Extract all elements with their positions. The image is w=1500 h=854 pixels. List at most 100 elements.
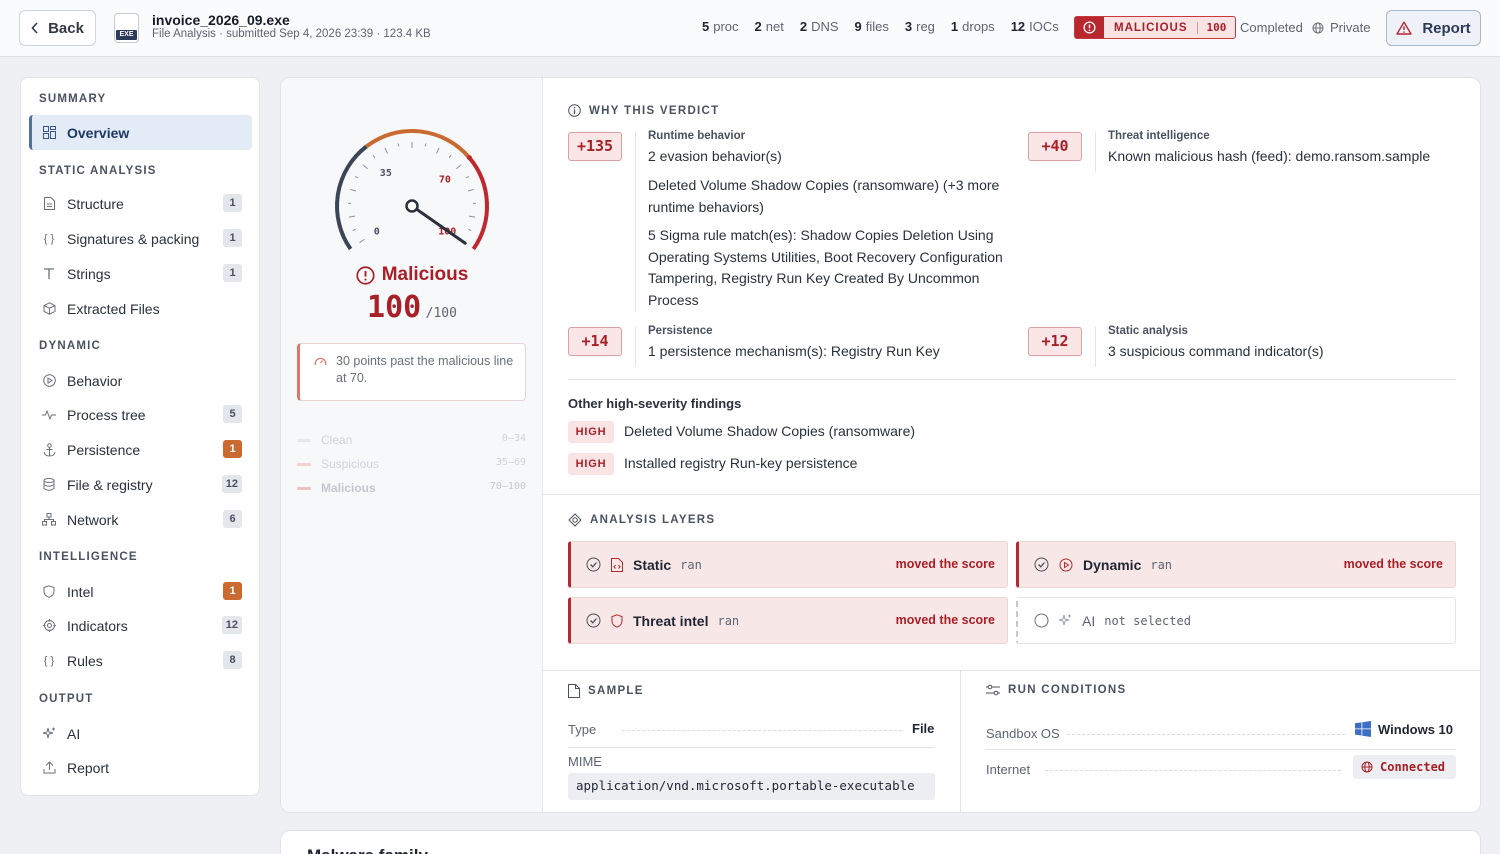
gauge-tick [355,176,359,179]
chevron-left-icon [31,22,38,34]
delta-static: +12 [1028,327,1082,356]
sidebar-item-strings[interactable]: Strings 1 [29,256,252,291]
layer-effect: moved the score [895,557,995,571]
shield-icon [42,585,56,599]
file-name: invoice_2026_09.exe [152,12,290,28]
section-output: OUTPUT [39,693,94,705]
sidebar-item-indicators[interactable]: Indicators 12 [29,608,252,643]
back-button[interactable]: Back [19,10,96,46]
score-panel: 0 35 70 100 Malicious 100 /100 30 points pa… [281,78,543,812]
count-badge: 1 [223,194,242,212]
gauge-needle [410,204,467,245]
file-subtitle: File Analysis · submitted Sep 4, 2026 23… [152,28,431,40]
gauge-threshold-marker [466,155,472,161]
leader-dots [1045,770,1341,771]
count-badge: 1 [223,582,242,600]
anchor-icon [42,442,56,457]
type-label: Type [568,722,597,737]
band-swatch [297,463,311,466]
sidebar-item-rules[interactable]: { } Rules 8 [29,643,252,678]
gauge-tick [362,164,368,170]
detail-static: 3 suspicious command indicator(s) [1108,343,1324,359]
stat-drops[interactable]: 1 drops [951,19,995,34]
internet-label: Internet [986,762,1031,777]
sidebar-item-file-registry[interactable]: File & registry 12 [29,467,252,502]
shield-icon [611,613,623,628]
report-label: Report [1422,19,1471,37]
database-icon [42,478,56,492]
verdict-badge: MALICIOUS 100 [1074,16,1237,39]
gauge-tick [359,238,365,244]
detail-runtime-2: Deleted Volume Shadow Copies (ransomware… [648,177,1000,215]
gauge-tick [436,147,440,154]
play-circle-icon [1059,558,1073,571]
report-button[interactable]: Report [1386,10,1481,46]
stat-reg[interactable]: 3 reg [905,19,935,34]
band-swatch [297,487,311,490]
mime-label: MIME [568,754,602,769]
sidebar-item-extracted-files[interactable]: Extracted Files [29,291,252,326]
sparkle-icon [42,727,56,741]
verdict: Malicious [281,264,543,286]
play-circle-icon [42,374,56,388]
why-verdict-header: WHY THIS VERDICT [568,104,719,117]
sidebar-item-persistence[interactable]: Persistence 1 [29,432,252,467]
stat-iocs[interactable]: 12 IOCs [1011,19,1059,34]
sidebar-item-network[interactable]: Network 6 [29,502,252,537]
layer-threat-intel[interactable]: Threat intel ran moved the score [568,597,1008,644]
band-swatch [297,439,311,442]
layer-dynamic[interactable]: Dynamic ran moved the score [1016,541,1456,588]
severity-badge: HIGH [568,421,614,443]
sidebar-item-behavior[interactable]: Behavior [29,363,252,398]
overview-card: 0 35 70 100 Malicious 100 /100 30 points pa… [280,77,1481,813]
stat-net[interactable]: 2 net [755,19,784,34]
sidebar-item-process-tree[interactable]: Process tree 5 [29,397,252,432]
delta-persistence: +14 [568,327,622,356]
divider [986,749,1456,750]
activity-icon [42,408,56,422]
stat-proc[interactable]: 5 proc [702,19,739,34]
count-badge: 1 [223,264,242,282]
stats-bar: 5 proc 2 net 2 DNS 9 files 3 reg 1 drops 12 IOC… [702,19,1059,34]
divider [635,132,636,312]
stat-files[interactable]: 9 files [855,19,889,34]
count-badge: 5 [223,405,242,423]
divider [1095,327,1096,367]
os-label: Sandbox OS [986,726,1060,741]
sidebar-item-intel[interactable]: Intel 1 [29,574,252,609]
sidebar-item-signatures[interactable]: { } Signatures & packing 1 [29,221,252,256]
text-icon [42,267,56,281]
sidebar-item-ai[interactable]: AI [29,716,252,751]
gauge-tick [448,154,452,158]
sidebar-item-overview[interactable]: Overview [29,115,252,150]
exe-file-icon: EXE [114,13,139,43]
detail-runtime-1: 2 evasion behavior(s) [648,148,782,164]
gauge-tick [424,143,427,147]
sidebar-item-report[interactable]: Report [29,750,252,785]
layer-static[interactable]: Static ran moved the score [568,541,1008,588]
file-icon [42,197,56,211]
check-circle-icon [586,557,601,572]
gauge-tick [468,228,472,231]
mime-value: application/vnd.microsoft.portable-execu… [568,773,935,800]
gauge-tick-label: 35 [380,168,392,179]
layer-ai[interactable]: AI not selected [1016,597,1456,644]
section-intelligence: INTELLIGENCE [39,551,138,563]
file-icon [568,684,580,698]
count-badge: 1 [223,440,242,458]
gauge-tick [467,188,474,192]
sidebar-item-structure[interactable]: Structure 1 [29,186,252,221]
gauge-tick [384,147,388,154]
layers-icon [568,513,582,527]
gauge-tick [397,143,400,147]
divider [543,670,1480,671]
stat-dns[interactable]: 2 DNS [800,19,839,34]
gauge-hub [405,199,419,213]
divider [543,494,1480,495]
category-threat-intel: Threat intelligence [1108,130,1210,142]
verdict-text: Malicious [381,264,469,285]
run-conditions-header: RUN CONDITIONS [986,684,1127,696]
score-gauge: 03570100 [335,129,489,251]
divider [1095,132,1096,172]
category-static: Static analysis [1108,325,1188,337]
